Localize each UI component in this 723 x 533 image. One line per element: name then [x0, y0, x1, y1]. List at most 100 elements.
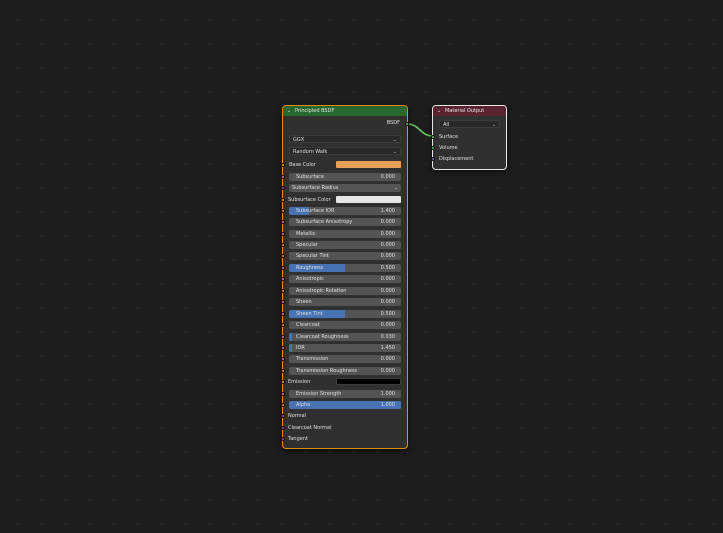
specular-field[interactable]: Specular 0.000 [289, 241, 401, 249]
specular-label: Specular [296, 242, 318, 248]
alpha-socket[interactable] [281, 403, 285, 407]
transmission-socket[interactable] [281, 357, 285, 361]
subsurface-ior-socket[interactable] [281, 209, 285, 213]
roughness-field[interactable]: Roughness 0.500 [289, 264, 401, 272]
emission-strength-socket[interactable] [281, 392, 285, 396]
base-color-socket[interactable] [281, 163, 285, 167]
bsdf-node-title: Principled BSDF [295, 108, 335, 114]
anisotropic-rotation-socket[interactable] [281, 289, 285, 293]
clearcoat-field[interactable]: Clearcoat 0.000 [289, 321, 401, 329]
anisotropic-rotation-field[interactable]: Anisotropic Rotation 0.000 [289, 287, 401, 295]
clearcoat-roughness-value: 0.030 [380, 334, 395, 340]
emission-strength-field[interactable]: Emission Strength 1.000 [289, 390, 401, 398]
output-node-header[interactable]: ⌄ Material Output [433, 106, 506, 116]
distribution-value: GGX [293, 137, 305, 143]
specular-value: 0.000 [380, 242, 395, 248]
subsurface-field[interactable]: Subsurface 0.000 [289, 173, 401, 181]
collapse-chevron-icon[interactable]: ⌄ [287, 106, 295, 116]
emission-socket[interactable] [281, 380, 285, 384]
clearcoat-roughness-field[interactable]: Clearcoat Roughness 0.030 [289, 333, 401, 341]
chevron-down-icon: ⌄ [393, 185, 398, 191]
subsurface-radius-label: Subsurface Radius [292, 185, 339, 191]
normal-label: Normal [288, 413, 307, 419]
transmission-roughness-label: Transmission Roughness [296, 368, 358, 374]
output-node-title: Material Output [445, 108, 485, 114]
metallic-field[interactable]: Metallic 0.000 [289, 230, 401, 238]
sheen-tint-value: 0.500 [380, 311, 395, 317]
subsurface-method-value: Random Walk [293, 149, 328, 155]
emission-strength-value: 1.000 [380, 391, 395, 397]
sheen-tint-label: Sheen Tint [296, 311, 323, 317]
transmission-label: Transmission [296, 356, 329, 362]
base-color-label: Base Color [289, 162, 316, 168]
clearcoat-socket[interactable] [281, 323, 285, 327]
subsurface-radius-socket[interactable] [281, 186, 285, 190]
surface-socket[interactable] [431, 135, 435, 139]
roughness-socket[interactable] [281, 266, 285, 270]
tangent-socket[interactable] [281, 437, 285, 441]
specular-tint-socket[interactable] [281, 254, 285, 258]
ior-value: 1.450 [380, 345, 395, 351]
metallic-label: Metallic [296, 231, 316, 237]
chevron-down-icon: ⌄ [392, 137, 397, 143]
normal-socket[interactable] [281, 414, 285, 418]
clearcoat-roughness-socket[interactable] [281, 335, 285, 339]
volume-label: Volume [439, 145, 458, 151]
subsurface-ior-field[interactable]: Subsurface IOR 1.400 [289, 207, 401, 215]
sheen-tint-field[interactable]: Sheen Tint 0.500 [289, 310, 401, 318]
specular-tint-value: 0.000 [380, 253, 395, 259]
bsdf-to-surface-link [406, 123, 434, 137]
subsurface-anisotropy-field[interactable]: Subsurface Anisotropy 0.000 [289, 218, 401, 226]
transmission-roughness-field[interactable]: Transmission Roughness 0.000 [289, 367, 401, 375]
base-color-swatch[interactable] [336, 161, 401, 168]
sheen-field[interactable]: Sheen 0.000 [289, 298, 401, 306]
specular-tint-field[interactable]: Specular Tint 0.000 [289, 252, 401, 260]
sheen-socket[interactable] [281, 300, 285, 304]
anisotropic-rotation-value: 0.000 [380, 288, 395, 294]
surface-label: Surface [439, 134, 459, 140]
subsurface-label: Subsurface [296, 174, 324, 180]
output-target-dropdown[interactable]: All ⌄ [439, 120, 500, 128]
anisotropic-label: Anisotropic [296, 276, 324, 282]
clearcoat-roughness-label: Clearcoat Roughness [296, 334, 349, 340]
subsurface-anisotropy-label: Subsurface Anisotropy [296, 219, 353, 225]
anisotropic-value: 0.000 [380, 276, 395, 282]
subsurface-anisotropy-value: 0.000 [380, 219, 395, 225]
transmission-value: 0.000 [380, 356, 395, 362]
distribution-dropdown[interactable]: GGX ⌄ [289, 135, 401, 143]
bsdf-node-header[interactable]: ⌄ Principled BSDF [283, 106, 407, 116]
volume-socket[interactable] [431, 146, 435, 150]
ior-field[interactable]: IOR 1.450 [289, 344, 401, 352]
displacement-socket[interactable] [431, 157, 435, 161]
clearcoat-roughness-fill [289, 333, 293, 341]
alpha-field[interactable]: Alpha 1.000 [289, 401, 401, 409]
clearcoat-normal-socket[interactable] [281, 426, 285, 430]
bsdf-output-socket[interactable] [405, 122, 409, 126]
subsurface-radius-dropdown[interactable]: Subsurface Radius ⌄ [289, 184, 401, 192]
subsurface-socket[interactable] [281, 175, 285, 179]
metallic-socket[interactable] [281, 232, 285, 236]
subsurface-color-socket[interactable] [281, 198, 285, 202]
subsurface-method-dropdown[interactable]: Random Walk ⌄ [289, 147, 401, 155]
anisotropic-rotation-label: Anisotropic Rotation [296, 288, 347, 294]
tangent-label: Tangent [288, 436, 308, 442]
emission-color-swatch[interactable] [336, 378, 401, 385]
anisotropic-socket[interactable] [281, 277, 285, 281]
principled-bsdf-node[interactable]: ⌄ Principled BSDF BSDF GGX ⌄ Random Walk … [281, 105, 409, 449]
sheen-label: Sheen [296, 299, 312, 305]
sheen-tint-socket[interactable] [281, 312, 285, 316]
specular-socket[interactable] [281, 243, 285, 247]
collapse-chevron-icon[interactable]: ⌄ [437, 106, 445, 116]
subsurface-ior-value: 1.400 [380, 208, 395, 214]
clearcoat-normal-label: Clearcoat Normal [288, 425, 332, 431]
subsurface-color-swatch[interactable] [336, 196, 401, 203]
transmission-field[interactable]: Transmission 0.000 [289, 355, 401, 363]
bsdf-output-label: BSDF [386, 120, 400, 126]
ior-socket[interactable] [281, 346, 285, 350]
roughness-value: 0.500 [380, 265, 395, 271]
emission-label: Emission [288, 379, 311, 385]
material-output-node[interactable]: ⌄ Material Output All ⌄ Surface Volume Di… [431, 105, 507, 170]
subsurface-anisotropy-socket[interactable] [281, 220, 285, 224]
transmission-roughness-socket[interactable] [281, 369, 285, 373]
anisotropic-field[interactable]: Anisotropic 0.000 [289, 275, 401, 283]
